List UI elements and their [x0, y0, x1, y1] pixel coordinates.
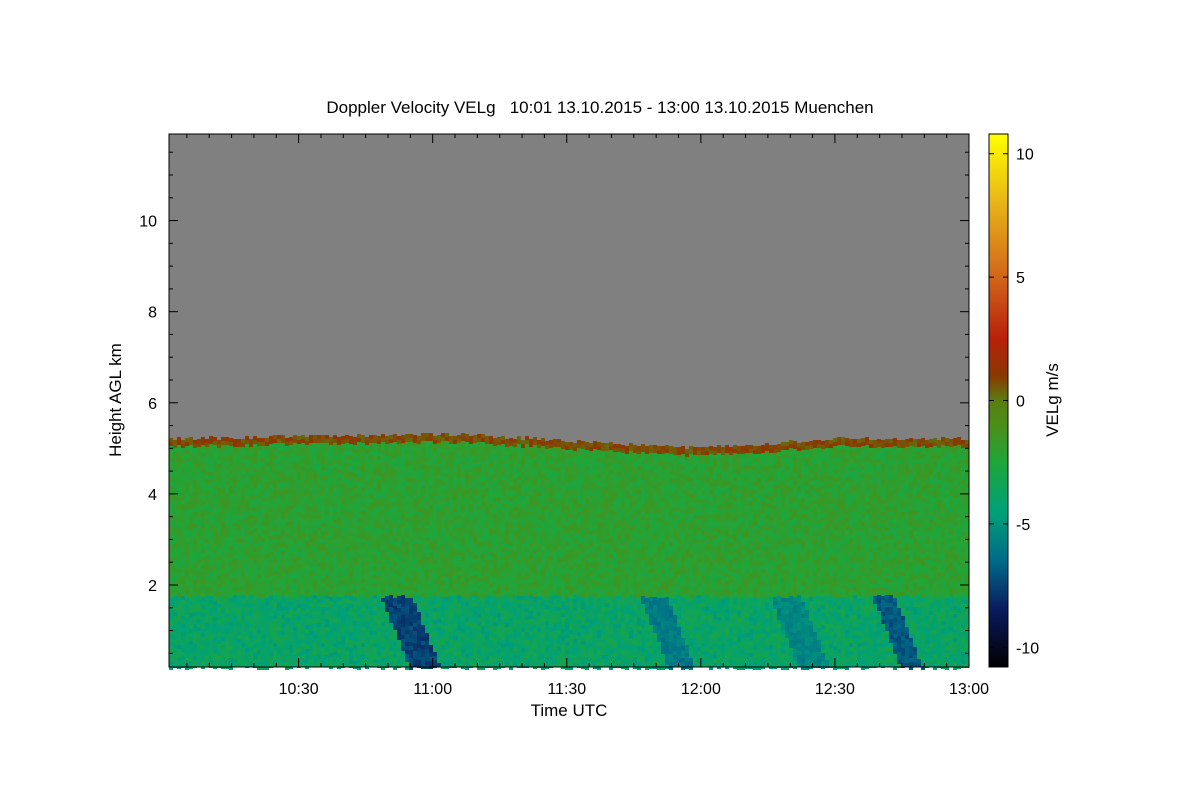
- x-tick-label: 13:00: [949, 681, 989, 698]
- colorbar: -10 -5 0 5 10: [988, 133, 1039, 668]
- x-tick-label: 11:30: [547, 681, 586, 698]
- colorbar-tick-label: 5: [1016, 270, 1025, 287]
- y-tick-label: 2: [148, 578, 157, 595]
- y-tick-label: 6: [148, 396, 157, 413]
- colorbar-tick-label: 10: [1016, 147, 1034, 164]
- colorbar-tick-label: -5: [1016, 517, 1030, 534]
- chart-root: Doppler Velocity VELg 10:01 13.10.2015 -…: [0, 0, 1200, 800]
- y-axis-label: Height AGL km: [106, 343, 125, 457]
- y-tick-label: 10: [139, 214, 157, 231]
- cloud-echo: [169, 433, 969, 670]
- plot-area: [169, 134, 969, 670]
- x-tick-label: 12:30: [815, 681, 855, 698]
- x-tick-label: 11:00: [413, 681, 452, 698]
- x-tick-label: 12:00: [681, 681, 721, 698]
- y-tick-label: 4: [148, 487, 157, 504]
- colorbar-label: VELg m/s: [1043, 363, 1062, 437]
- x-tick-label: 10:30: [279, 681, 319, 698]
- colorbar-tick-label: 0: [1016, 394, 1025, 411]
- chart-svg: 10:30 11:00 11:30 12:00 12:30 13:00 2 4 6 8 10 -10…: [106, 133, 1062, 720]
- colorbar-tick-label: -10: [1016, 640, 1039, 657]
- x-axis-label: Time UTC: [531, 701, 608, 720]
- y-tick-label: 8: [148, 305, 157, 322]
